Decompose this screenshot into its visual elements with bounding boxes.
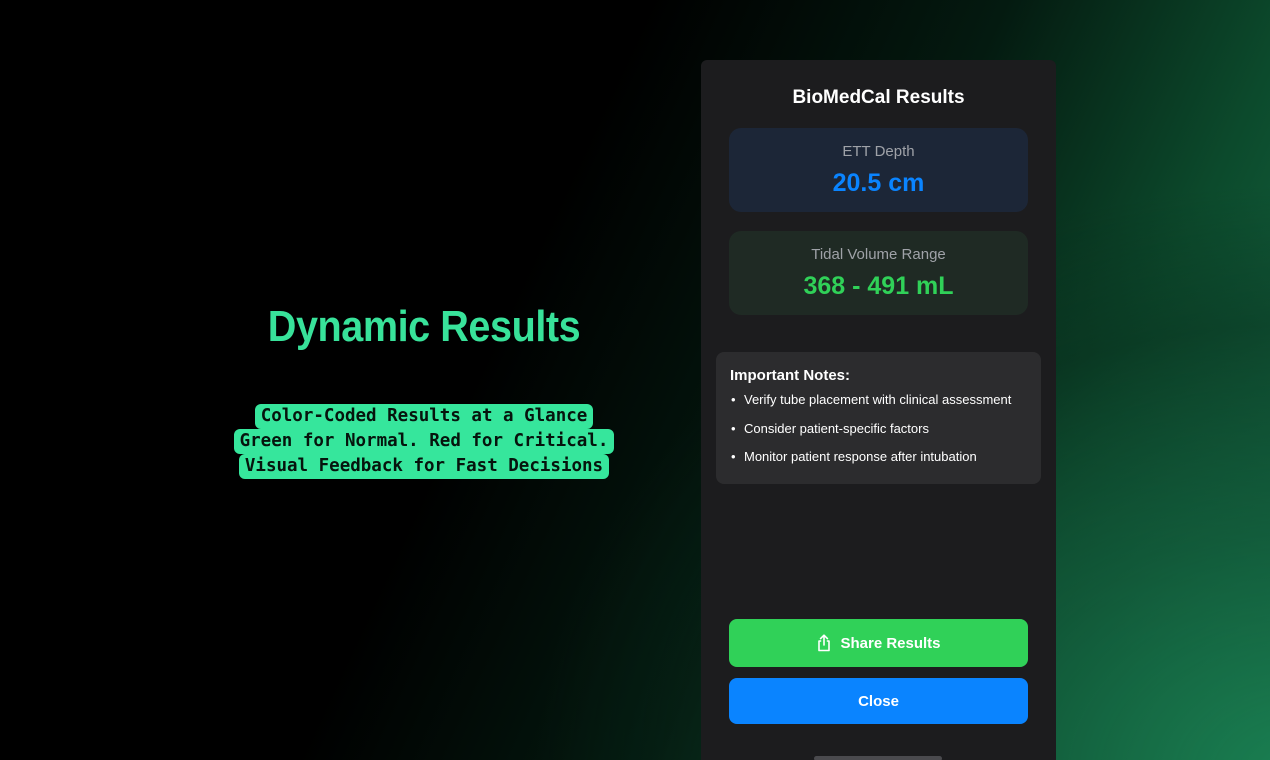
promo-line: Green for Normal. Red for Critical. (233, 429, 615, 454)
promo-line: Visual Feedback for Fast Decisions (238, 454, 610, 479)
list-item: Verify tube placement with clinical asse… (730, 392, 1027, 408)
tidal-volume-label: Tidal Volume Range (811, 246, 946, 263)
promo-line: Color-Coded Results at a Glance (254, 404, 594, 429)
ett-depth-value: 20.5 cm (832, 169, 925, 197)
tidal-volume-card: Tidal Volume Range 368 - 491 mL (729, 231, 1028, 315)
notes-list: Verify tube placement with clinical asse… (730, 392, 1027, 465)
close-label: Close (858, 692, 899, 710)
share-icon (818, 634, 831, 652)
share-results-label: Share Results (840, 634, 941, 652)
ett-depth-label: ETT Depth (842, 143, 915, 160)
list-item: Monitor patient response after intubatio… (730, 449, 1027, 465)
notes-title: Important Notes: (730, 367, 850, 384)
list-item: Consider patient-specific factors (730, 421, 1027, 437)
important-notes: Important Notes: Verify tube placement w… (716, 352, 1041, 484)
home-indicator (814, 756, 942, 760)
share-results-button[interactable]: Share Results (729, 619, 1028, 667)
promo-title: Dynamic Results (267, 302, 581, 351)
results-title: BioMedCal Results (792, 87, 965, 108)
tidal-volume-value: 368 - 491 mL (803, 272, 954, 300)
ett-depth-card: ETT Depth 20.5 cm (729, 128, 1028, 212)
close-button[interactable]: Close (729, 678, 1028, 724)
